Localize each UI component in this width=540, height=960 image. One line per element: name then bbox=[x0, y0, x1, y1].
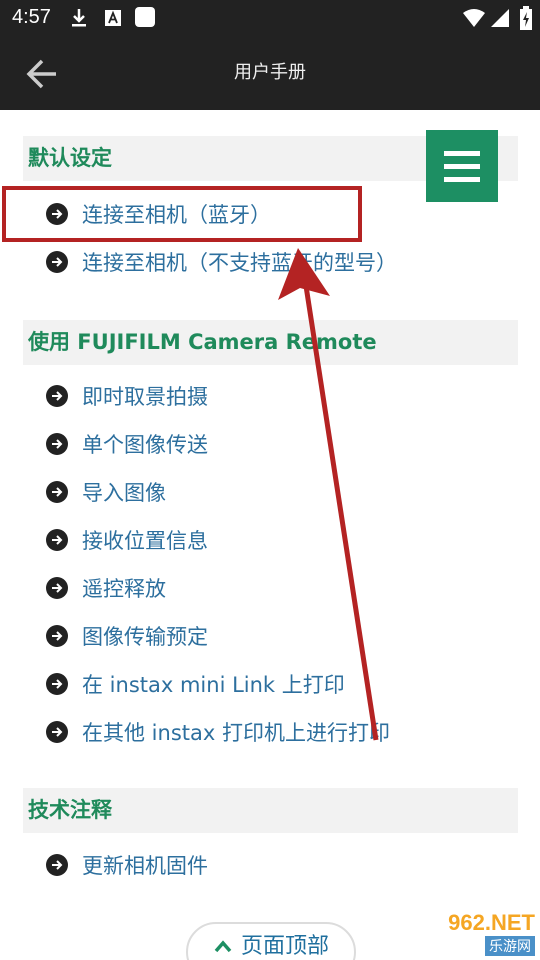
download-icon bbox=[70, 8, 88, 32]
list-item-label[interactable]: 图像传输预定 bbox=[82, 621, 208, 651]
status-bar: 4:57 bbox=[0, 0, 540, 36]
arrow-right-circle-icon bbox=[46, 721, 68, 743]
wifi-icon bbox=[462, 8, 486, 32]
list-item-label[interactable]: 遥控释放 bbox=[82, 573, 166, 603]
arrow-right-circle-icon bbox=[46, 481, 68, 503]
watermark-main: 962.NET bbox=[448, 910, 535, 935]
arrow-right-circle-icon bbox=[46, 577, 68, 599]
arrow-right-circle-icon bbox=[46, 625, 68, 647]
list-item-update-firmware[interactable]: 更新相机固件 bbox=[46, 847, 208, 883]
list-item-label[interactable]: 在其他 instax 打印机上进行打印 bbox=[82, 717, 390, 747]
list-item-label[interactable]: 即时取景拍摄 bbox=[82, 381, 208, 411]
signal-icon bbox=[490, 8, 510, 32]
list-item-label[interactable]: 导入图像 bbox=[82, 477, 166, 507]
page-title: 用户手册 bbox=[234, 62, 306, 83]
arrow-right-circle-icon bbox=[46, 433, 68, 455]
arrow-right-circle-icon bbox=[46, 385, 68, 407]
list-item-label[interactable]: 更新相机固件 bbox=[82, 850, 208, 880]
arrow-right-circle-icon bbox=[46, 673, 68, 695]
list-item-import-images[interactable]: 导入图像 bbox=[46, 474, 166, 510]
watermark-sub: 乐游网 bbox=[485, 936, 535, 956]
section-header-camera-remote: 使用 FUJIFILM Camera Remote bbox=[23, 320, 518, 365]
list-item-transfer-schedule[interactable]: 图像传输预定 bbox=[46, 618, 208, 654]
list-item-label[interactable]: 接收位置信息 bbox=[82, 525, 208, 555]
section-header-tech-notes: 技术注释 bbox=[23, 788, 518, 833]
list-item-connect-no-bluetooth[interactable]: 连接至相机（不支持蓝牙的型号） bbox=[46, 244, 397, 280]
list-item-live-view[interactable]: 即时取景拍摄 bbox=[46, 378, 208, 414]
arrow-right-circle-icon bbox=[46, 854, 68, 876]
list-item-print-other-instax[interactable]: 在其他 instax 打印机上进行打印 bbox=[46, 714, 390, 750]
list-item-label[interactable]: 单个图像传送 bbox=[82, 429, 208, 459]
battery-icon bbox=[520, 6, 532, 34]
list-item-remote-release[interactable]: 遥控释放 bbox=[46, 570, 166, 606]
app-bar: 用户手册 bbox=[0, 36, 540, 110]
list-item-print-mini-link[interactable]: 在 instax mini Link 上打印 bbox=[46, 666, 345, 702]
page-top-button[interactable]: 页面顶部 bbox=[186, 922, 356, 960]
app-square-icon bbox=[134, 6, 156, 32]
font-a-icon bbox=[104, 8, 122, 32]
highlight-annotation-box bbox=[2, 186, 362, 242]
list-item-label[interactable]: 连接至相机（不支持蓝牙的型号） bbox=[82, 247, 397, 277]
menu-button[interactable] bbox=[426, 130, 498, 202]
arrow-right-circle-icon bbox=[46, 529, 68, 551]
arrow-right-circle-icon bbox=[46, 251, 68, 273]
chevron-up-icon bbox=[213, 934, 233, 960]
list-item-location-info[interactable]: 接收位置信息 bbox=[46, 522, 208, 558]
list-item-label[interactable]: 在 instax mini Link 上打印 bbox=[82, 669, 345, 699]
status-time: 4:57 bbox=[12, 6, 51, 28]
watermark-logo: 962.NET 乐游网 bbox=[400, 910, 535, 958]
menu-icon bbox=[444, 150, 480, 156]
page-top-label: 页面顶部 bbox=[240, 934, 329, 959]
list-item-single-transfer[interactable]: 单个图像传送 bbox=[46, 426, 208, 462]
